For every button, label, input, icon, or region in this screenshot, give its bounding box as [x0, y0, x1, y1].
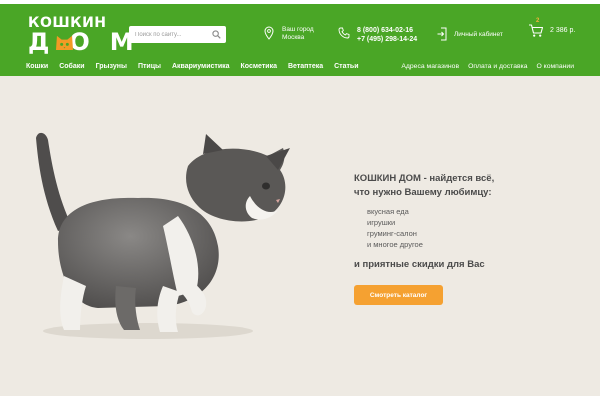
promo-block: КОШКИН ДОМ - найдется всё, что нужно Ваш…	[354, 172, 584, 305]
cart-total: 2 386 р.	[550, 26, 576, 34]
nav-item-birds[interactable]: Птицы	[138, 63, 161, 70]
promo-discount-text: и приятные скидки для Вас	[354, 259, 485, 270]
phone-icon	[338, 27, 350, 39]
promo-title-line1: КОШКИН ДОМ - найдется всё,	[354, 173, 495, 184]
hero-banner: КОШКИН ДОМ - найдется всё, что нужно Ваш…	[0, 76, 600, 396]
promo-title-line2: что нужно Вашему любимцу:	[354, 187, 492, 198]
phone-number-1[interactable]: 8 (800) 634-02-16	[357, 26, 427, 35]
kitten-photo	[36, 132, 290, 339]
promo-feature-list: вкусная еда игрушки груминг-салон и мног…	[367, 206, 584, 250]
cat-face-icon	[56, 35, 73, 51]
nav-item-payment-delivery[interactable]: Оплата и доставка	[468, 63, 527, 70]
search-input[interactable]	[129, 26, 209, 43]
account-label: Личный кабинет	[454, 30, 503, 38]
promo-feature-toys: игрушки	[367, 218, 396, 227]
promo-feature-more: и многое другое	[367, 240, 423, 249]
search-icon[interactable]	[212, 30, 221, 39]
nav-item-rodents[interactable]: Грызуны	[96, 63, 127, 70]
category-menu: Кошки Собаки Грызуны Птицы Аквариумистик…	[26, 63, 359, 70]
location-pin-icon	[264, 26, 274, 40]
phone-number-2[interactable]: +7 (495) 298-14-24	[357, 35, 427, 44]
nav-item-cats[interactable]: Кошки	[26, 63, 48, 70]
nav-item-store-addresses[interactable]: Адреса магазинов	[401, 63, 459, 70]
cart-icon	[529, 24, 544, 37]
nav-item-cosmetics[interactable]: Косметика	[241, 63, 277, 70]
cart-button[interactable]: 2 2 386 р.	[528, 18, 576, 38]
city-label: Ваш город	[282, 26, 314, 33]
login-icon	[437, 27, 447, 41]
nav-item-aquarium[interactable]: Аквариумистика	[172, 63, 230, 70]
account-link[interactable]: Личный кабинет	[437, 26, 503, 42]
view-catalog-button[interactable]: Смотреть каталог	[354, 285, 443, 305]
search-box	[129, 26, 226, 43]
nav-item-articles[interactable]: Статьи	[334, 63, 358, 70]
site-header: КОШКИН ДОМ Ваш город Москва	[0, 4, 600, 76]
promo-feature-grooming: груминг-салон	[367, 229, 417, 238]
promo-feature-food: вкусная еда	[367, 207, 409, 216]
cart-count-badge: 2	[536, 18, 540, 24]
nav-item-dogs[interactable]: Собаки	[59, 63, 84, 70]
nav-item-vet-pharmacy[interactable]: Ветаптека	[288, 63, 323, 70]
city-name: Москва	[282, 34, 305, 41]
info-menu: Адреса магазинов Оплата и доставка О ком…	[401, 63, 574, 70]
nav-item-about[interactable]: О компании	[537, 63, 575, 70]
